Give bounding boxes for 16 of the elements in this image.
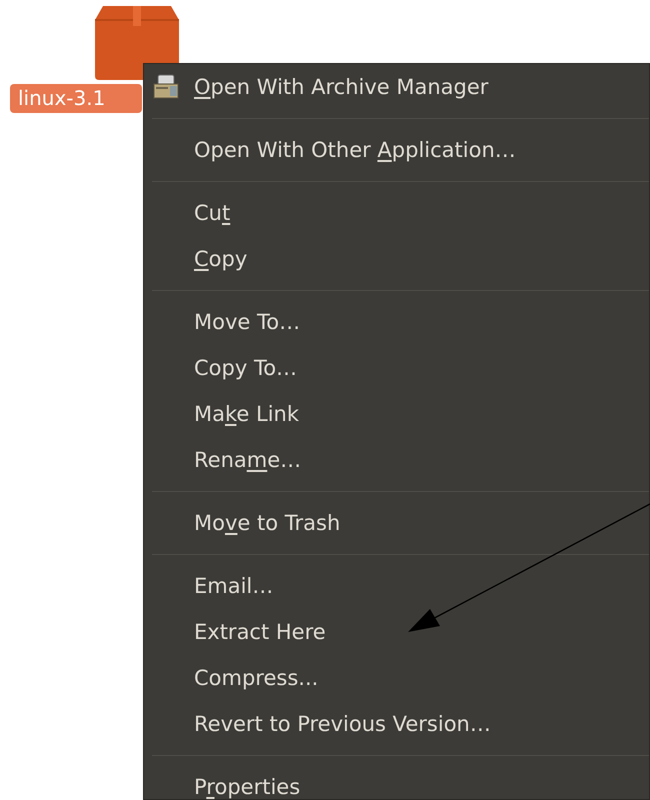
menu-item[interactable]: Compress... <box>144 655 649 701</box>
menu-item[interactable]: Rename… <box>144 437 649 483</box>
menu-item[interactable]: Copy To… <box>144 345 649 391</box>
menu-item[interactable]: Email… <box>144 563 649 609</box>
menu-item[interactable]: Copy <box>144 236 649 282</box>
menu-item[interactable]: Move to Trash <box>144 500 649 546</box>
menu-item[interactable]: Extract Here <box>144 609 649 655</box>
menu-item[interactable]: Revert to Previous Version… <box>144 701 649 747</box>
archive-icon <box>152 74 180 100</box>
package-icon[interactable] <box>95 6 179 80</box>
menu-item[interactable]: Make Link <box>144 391 649 437</box>
menu-item[interactable]: Cut <box>144 190 649 236</box>
menu-item[interactable]: Properties <box>144 764 649 799</box>
menu-item[interactable]: Open With Other Application… <box>144 127 649 173</box>
menu-item[interactable]: Move To… <box>144 299 649 345</box>
menu-item[interactable]: Open With Archive Manager <box>144 64 649 110</box>
